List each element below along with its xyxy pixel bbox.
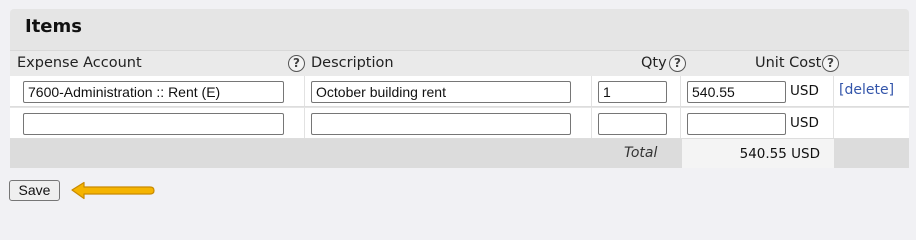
total-cell: 540.55 USD — [682, 139, 834, 168]
qty-field[interactable]: 1 — [598, 81, 667, 103]
total-value: 540.55 USD — [739, 146, 820, 162]
currency-label: USD — [790, 115, 819, 131]
total-row: Total 540.55 USD — [10, 139, 909, 168]
help-icon[interactable]: ? — [669, 55, 686, 72]
cell-divider — [304, 108, 305, 138]
cell-divider — [680, 76, 681, 106]
description-field[interactable] — [311, 113, 571, 135]
panel-title: Items — [25, 16, 82, 37]
cell-divider — [591, 76, 592, 106]
currency-label: USD — [790, 83, 819, 99]
table-row: 7600-Administration :: Rent (E) October … — [10, 76, 909, 107]
cell-divider — [833, 76, 834, 106]
cell-divider — [591, 108, 592, 138]
items-panel: Items Expense Account ? Description Qty … — [10, 9, 909, 168]
help-icon[interactable]: ? — [288, 55, 305, 72]
save-button[interactable]: Save — [9, 180, 60, 201]
qty-field[interactable] — [598, 113, 667, 135]
description-field[interactable]: October building rent — [311, 81, 571, 103]
col-qty: Qty — [641, 55, 667, 71]
col-description: Description — [311, 55, 394, 71]
cell-divider — [833, 108, 834, 138]
cell-divider — [304, 76, 305, 106]
col-expense-account: Expense Account — [17, 55, 142, 71]
arrow-left-icon — [71, 181, 155, 200]
unit-cost-field[interactable]: 540.55 — [687, 81, 786, 103]
help-icon[interactable]: ? — [822, 55, 839, 72]
total-label: Total — [624, 145, 658, 161]
col-unit-cost: Unit Cost — [755, 55, 822, 71]
delete-link[interactable]: [delete] — [839, 82, 894, 98]
table-row: USD — [10, 108, 909, 139]
expense-account-field[interactable]: 7600-Administration :: Rent (E) — [23, 81, 284, 103]
cell-divider — [680, 108, 681, 138]
expense-account-field[interactable] — [23, 113, 284, 135]
unit-cost-field[interactable] — [687, 113, 786, 135]
